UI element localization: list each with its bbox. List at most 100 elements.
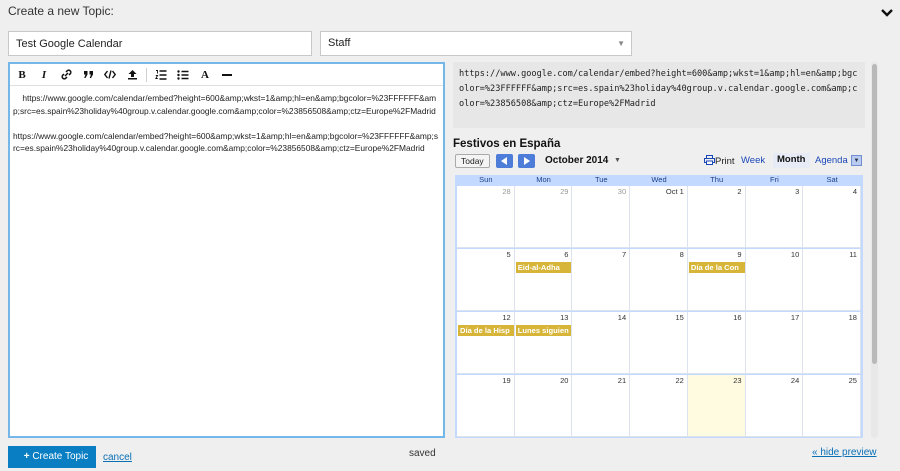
calendar-day-cell[interactable]: 7 <box>572 249 631 311</box>
calendar-day-cell[interactable]: 16 <box>687 312 746 374</box>
calendar-day-cell[interactable]: 6 <box>514 249 573 311</box>
create-topic-button[interactable]: + Create Topic <box>8 446 96 468</box>
italic-icon[interactable]: I <box>36 67 52 83</box>
day-number: 11 <box>849 250 857 259</box>
calendar-week-row: 5 6 7 8 9 10 11 Eid-al-Adha Día de la Con <box>457 249 861 311</box>
day-number: 24 <box>790 376 800 385</box>
horizontal-rule-icon[interactable] <box>219 67 235 83</box>
calendar-view-month[interactable]: Month <box>773 153 810 168</box>
calendar-next-button[interactable] <box>518 154 535 168</box>
calendar-month-grid: Sun Mon Tue Wed Thu Fri Sat 28 29 30 Oct 12345678… <box>455 175 863 438</box>
weekday-label: Wed <box>651 175 667 184</box>
calendar-day-cell[interactable]: 24 <box>745 375 804 437</box>
collapse-chevron-icon[interactable] <box>880 6 894 20</box>
calendar-day-cell[interactable]: 30 <box>572 186 631 248</box>
bullet-list-icon[interactable] <box>175 67 191 83</box>
calendar-week-row: 28 29 30 Oct 1 2 3 4 <box>457 186 861 248</box>
calendar-day-cell[interactable]: 28 <box>457 186 515 248</box>
preview-pane: https://www.google.com/calendar/embed?he… <box>453 62 865 438</box>
preview-code-block: https://www.google.com/calendar/embed?he… <box>453 62 865 128</box>
calendar-day-cell[interactable]: 18 <box>803 312 861 374</box>
preview-scroll-thumb[interactable] <box>872 64 877 364</box>
day-number: 29 <box>560 187 569 196</box>
numbered-list-icon[interactable] <box>153 67 169 83</box>
calendar-print-link[interactable]: Print <box>704 155 735 167</box>
weekday-header: Sun Mon Tue Wed Thu Fri Sat <box>455 175 863 184</box>
calendar-day-cell[interactable]: 13 <box>514 312 573 374</box>
calendar-day-cell[interactable]: 29 <box>514 186 573 248</box>
day-number: 28 <box>502 187 511 196</box>
calendar-month-label[interactable]: October 2014 <box>545 155 608 166</box>
calendar-week-row: 12 13 14 15 16 17 18 Día de la Hisp Lunes siguie… <box>457 312 861 374</box>
heading-icon[interactable]: A <box>197 67 213 83</box>
calendar-day-cell[interactable]: 20 <box>514 375 573 437</box>
day-number: 23 <box>733 376 742 385</box>
calendar-event[interactable]: Eid-al-Adha <box>515 262 572 273</box>
calendar-day-cell[interactable]: 22 <box>630 375 688 437</box>
calendar-day-cell[interactable]: 3 <box>745 186 804 248</box>
code-icon[interactable] <box>102 67 118 83</box>
day-number: 6 <box>564 250 569 259</box>
calendar-day-cell[interactable]: 8 <box>630 249 688 311</box>
day-number: 4 <box>852 187 857 196</box>
calendar-prev-button[interactable] <box>496 154 513 168</box>
topic-title-input[interactable] <box>8 31 312 56</box>
calendar-view-week[interactable]: Week <box>741 155 765 166</box>
editor-toolbar: B I A <box>10 64 443 86</box>
quote-icon[interactable] <box>80 67 96 83</box>
day-number: 20 <box>560 376 569 385</box>
draft-status: saved <box>409 448 436 459</box>
calendar-day-cell[interactable]: 5 <box>457 249 515 311</box>
day-number: 15 <box>675 313 684 322</box>
day-number: Oct 1 <box>665 187 684 196</box>
hide-preview-link[interactable]: « hide preview <box>812 447 876 458</box>
calendar-day-cell[interactable]: 9 <box>687 249 746 311</box>
day-number: 30 <box>617 187 627 196</box>
view-dropdown-icon[interactable]: ▼ <box>851 155 862 166</box>
day-number: 21 <box>617 376 627 385</box>
calendar-day-cell[interactable]: 14 <box>572 312 631 374</box>
day-number: 5 <box>506 250 511 259</box>
link-icon[interactable] <box>58 67 74 83</box>
calendar-week-row: 19 20 21 22 23 24 25 <box>457 375 861 437</box>
day-number: 8 <box>679 250 684 259</box>
calendar-event[interactable]: Día de la Hisp <box>458 325 514 336</box>
calendar-event[interactable]: Lunes siguien <box>515 325 572 336</box>
weekday-label: Thu <box>710 175 724 184</box>
month-dropdown-icon[interactable]: ▼ <box>614 157 621 164</box>
calendar-today-button[interactable]: Today <box>455 154 490 168</box>
calendar-event[interactable]: Día de la Con <box>688 262 745 273</box>
editor-textarea[interactable]: https://www.google.com/calendar/embed?he… <box>10 86 443 161</box>
calendar-day-cell[interactable]: 4 <box>803 186 861 248</box>
day-number: 3 <box>795 187 800 196</box>
print-label: Print <box>715 156 735 167</box>
calendar-view-agenda[interactable]: Agenda <box>815 155 848 166</box>
day-number: 16 <box>733 313 742 322</box>
calendar-day-cell[interactable]: 12 <box>457 312 515 374</box>
calendar-day-cell[interactable]: 23 <box>687 375 746 437</box>
calendar-day-cell[interactable]: 11 <box>803 249 861 311</box>
editor-pane: B I A https://www.google.com/calendar/em… <box>8 62 445 438</box>
day-number: 17 <box>790 313 800 322</box>
cancel-link[interactable]: cancel <box>103 452 132 463</box>
upload-icon[interactable] <box>124 67 140 83</box>
select-caret-icon: ▼ <box>617 39 625 48</box>
calendar-day-cell[interactable]: 2 <box>687 186 746 248</box>
day-number: 7 <box>621 250 627 259</box>
day-number: 12 <box>502 313 511 322</box>
weekday-label: Mon <box>536 175 551 184</box>
calendar-day-cell[interactable]: 19 <box>457 375 515 437</box>
calendar-day-cell[interactable]: 17 <box>745 312 804 374</box>
bold-icon[interactable]: B <box>14 67 30 83</box>
calendar-day-cell[interactable]: 10 <box>745 249 804 311</box>
create-topic-label: Create Topic <box>32 451 89 462</box>
day-number: 14 <box>617 313 627 322</box>
printer-icon <box>704 155 715 165</box>
calendar-day-cell[interactable]: 15 <box>630 312 688 374</box>
preview-scrollbar[interactable] <box>871 62 878 438</box>
calendar-day-cell[interactable]: 25 <box>803 375 861 437</box>
category-select[interactable]: Staff ▼ <box>320 31 632 56</box>
calendar-day-cell[interactable]: Oct 1 <box>630 186 688 248</box>
calendar-day-cell[interactable]: 21 <box>572 375 631 437</box>
weekday-label: Sat <box>826 175 838 184</box>
